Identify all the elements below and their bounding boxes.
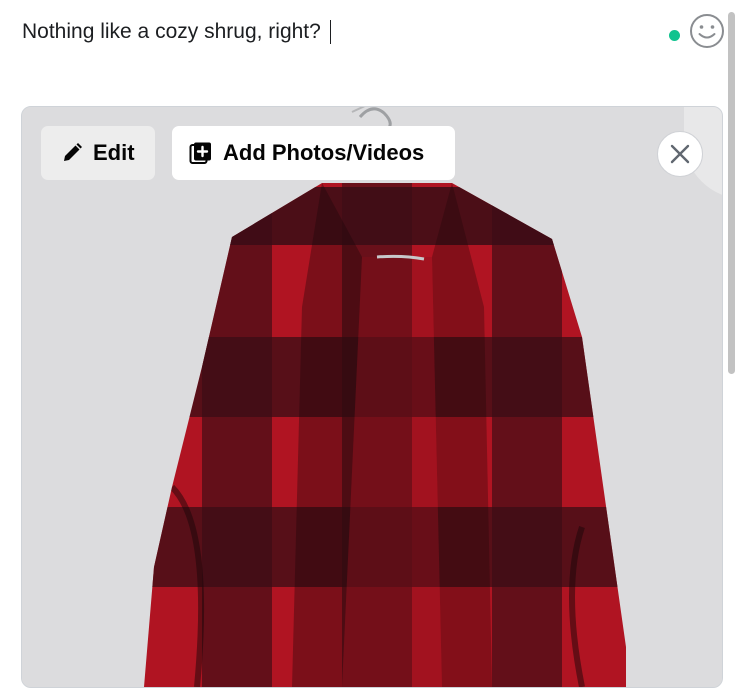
scrollbar[interactable] bbox=[728, 0, 736, 666]
pencil-icon bbox=[64, 143, 82, 161]
add-photos-videos-label: Add Photos/Videos bbox=[223, 140, 425, 165]
close-icon bbox=[670, 144, 690, 164]
edit-button[interactable]: Edit bbox=[41, 126, 155, 180]
post-text-input[interactable]: Nothing like a cozy shrug, right? bbox=[22, 18, 331, 46]
emoji-button[interactable] bbox=[689, 13, 725, 49]
photo-preview: Edit Add Photos/Videos bbox=[21, 106, 723, 688]
scrollbar-thumb[interactable] bbox=[728, 12, 735, 374]
shrug-photo bbox=[22, 107, 722, 687]
status-dot bbox=[669, 30, 680, 41]
smiley-face-icon bbox=[690, 14, 724, 48]
add-photo-icon bbox=[189, 142, 211, 164]
remove-media-button[interactable] bbox=[657, 131, 703, 177]
edit-label: Edit bbox=[93, 140, 135, 165]
post-text: Nothing like a cozy shrug, right? bbox=[22, 20, 321, 43]
text-caret bbox=[329, 20, 331, 44]
add-photos-videos-button[interactable]: Add Photos/Videos bbox=[172, 126, 455, 180]
